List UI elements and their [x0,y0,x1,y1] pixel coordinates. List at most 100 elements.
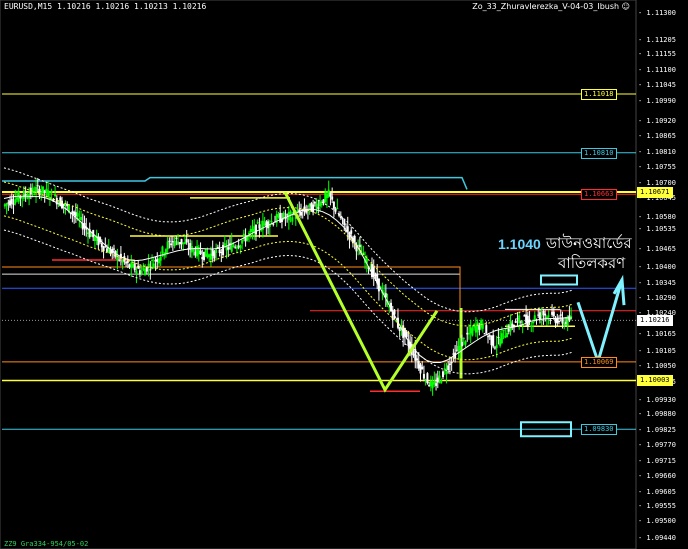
candle-body [570,316,573,318]
candle-body [3,204,6,207]
candle-body [185,239,188,243]
candle-body [299,211,302,216]
candle-body [14,199,17,204]
price-tick: - 1.10990 [638,96,676,105]
candle-body [448,363,451,366]
candle-body [540,315,543,317]
candle-body [211,249,214,256]
candle-body [235,247,238,249]
candle-body [190,246,193,253]
candle-body [500,333,503,344]
candle-body [438,375,441,379]
candle-body [435,383,438,386]
candle-body [93,237,96,241]
candle-body [157,258,160,264]
price-tick: - 1.10700 [638,178,676,187]
price-tick: - 1.10165 [638,329,676,338]
candle-body [308,203,311,207]
candle-body [462,337,465,340]
candle-body [341,218,344,220]
candle-body [493,347,496,349]
price-tick: - 1.10105 [638,346,676,355]
candle-body [177,241,180,245]
candle-body [104,246,107,248]
candle-body [452,353,455,355]
price-label: 1.09830 [581,424,617,436]
candle-body [10,198,13,204]
candle-body [21,197,24,199]
candle-body [320,203,323,206]
candle-body [547,315,550,317]
price-tick: - 1.11300 [638,9,676,18]
candle-body [234,246,237,248]
candle-body [7,202,10,204]
candle-body [336,208,339,210]
ma-fast [3,195,573,363]
candle-body [461,341,464,347]
candle-body [441,371,444,378]
candle-body [516,318,519,320]
candle-body [466,332,469,335]
candle-body [478,325,481,330]
candle-body [130,262,133,268]
candle-body [161,246,164,254]
candle-body [327,189,330,197]
candle-body [291,217,294,222]
candle-body [428,384,431,387]
candle-body [149,269,152,271]
candle-body [480,320,483,328]
candle-body [554,318,557,323]
candle-body [86,232,89,234]
candle-body [216,246,219,248]
price-label: 1.10671 [637,186,673,198]
candle-body [213,251,216,259]
annotation-line2: বাতিলকরণ [558,254,626,272]
symbol-info: EURUSD,M15 1.10216 1.10216 1.10213 1.102… [4,2,207,11]
candle-body [173,240,176,247]
candle-body [204,248,207,257]
candle-body [168,240,171,242]
price-label: 1.10810 [581,147,617,159]
price-tick: - 1.09605 [638,487,676,496]
price-label: 1.10216 [637,315,673,327]
candle-body [118,259,121,261]
candle-body [121,260,124,263]
candle-body [54,194,57,197]
candle-body [447,365,450,371]
candle-body [142,268,145,271]
candle-body [206,253,209,258]
candle-body [417,360,420,369]
price-tick: - 1.09930 [638,396,676,405]
candle-body [170,243,173,246]
candle-body [183,242,186,244]
annotation-price: 1.1040 [498,236,541,252]
candle-body [203,251,206,260]
candle-body [429,380,432,387]
candle-body [258,224,261,229]
candle-body [90,234,93,237]
price-tick: - 1.09825 [638,425,676,434]
candle-body [144,268,147,276]
candle-body [511,323,514,328]
candle-body [331,196,334,200]
candle-body [182,242,185,244]
candle-body [50,190,53,193]
candle-body [223,243,226,246]
candle-body [313,201,316,204]
candle-body [474,325,477,333]
candle-body [551,311,554,315]
candle-body [538,312,541,320]
candle-body [476,322,479,333]
candle-body [519,321,522,323]
candle-body [332,201,335,209]
candle-body [559,314,562,316]
candle-body [133,263,136,271]
candle-body [514,321,517,323]
candle-body [100,243,103,248]
candle-body [220,252,223,254]
price-tick: - 1.09555 [638,501,676,510]
candle-body [47,190,50,198]
candle-body [549,319,552,321]
candle-body [227,247,230,250]
candle-body [509,321,512,332]
